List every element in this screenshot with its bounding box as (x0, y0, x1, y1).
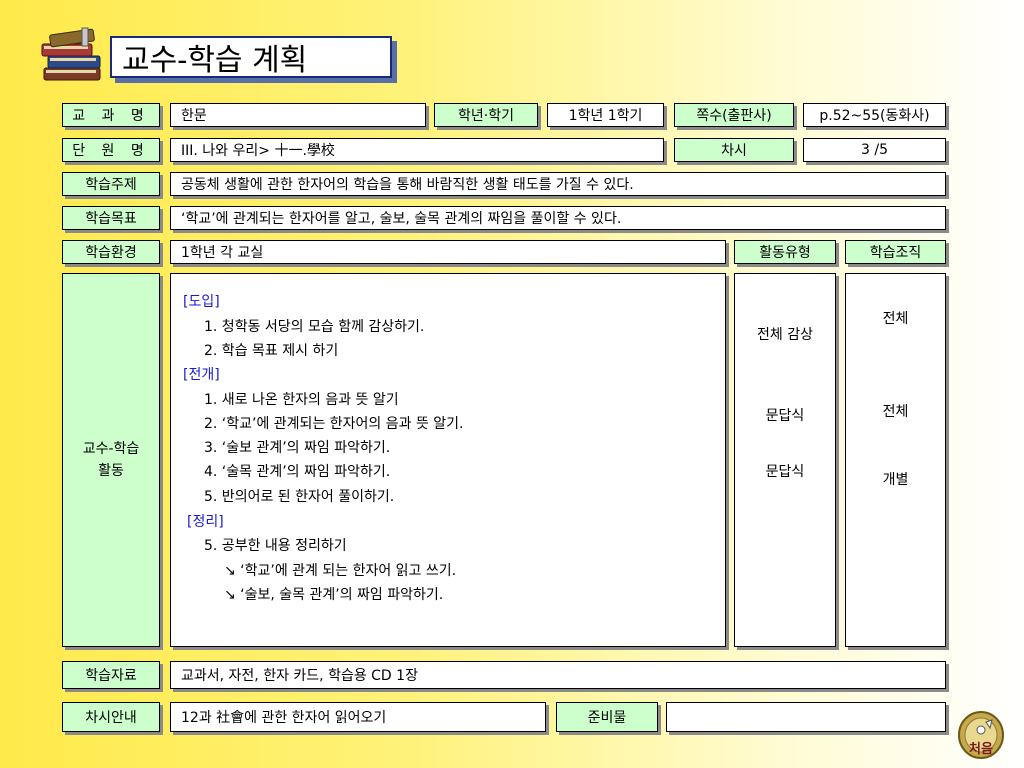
activity-type-label: 활동유형 (734, 240, 836, 264)
next-session-value: 12과 社會에 관한 한자어 읽어오기 (170, 702, 546, 732)
learning-org-item: 전체 (882, 404, 909, 420)
materials-label: 학습자료 (62, 661, 160, 689)
topic-label: 학습주제 (62, 172, 160, 196)
books-icon (38, 24, 110, 88)
activity-type-item: 문답식 (765, 408, 805, 424)
page-title: 교수-학습 계획 (110, 36, 392, 78)
goal-value: ‘학교’에 관계되는 한자어를 알고, 술보, 술목 관계의 짜임을 풀이할 수… (170, 206, 946, 230)
activity-label: 교수-학습 활동 (62, 273, 160, 647)
activity-type-column: 전체 감상 문답식 문답식 (734, 273, 836, 647)
list-item: ↘ ‘학교’에 관계 되는 한자어 읽고 쓰기. (224, 563, 457, 579)
pages-value: p.52~55(동화사) (803, 103, 946, 127)
prep-label: 준비물 (556, 702, 658, 732)
list-item: 2. 학습 목표 제시 하기 (204, 343, 339, 359)
list-item: [도입] (183, 294, 220, 310)
list-item: 5. 공부한 내용 정리하기 (204, 538, 347, 554)
topic-value: 공동체 생활에 관한 한자어의 학습을 통해 바람직한 생활 태도를 가질 수 … (170, 172, 946, 196)
grade-value: 1학년 1학기 (547, 103, 664, 127)
list-item: 2. ‘학교’에 관계되는 한자어의 음과 뜻 알기. (204, 416, 464, 432)
list-item: ↘ ‘술보, 술목 관계’의 짜임 파악하기. (224, 587, 444, 603)
first-slide-button[interactable]: 처음 (958, 710, 1004, 760)
learning-org-label: 학습조직 (845, 240, 946, 264)
session-label: 차시 (674, 138, 794, 162)
list-item: 1. 청학동 서당의 모습 함께 감상하기. (204, 319, 425, 335)
list-item: [정리] (187, 514, 224, 530)
learning-org-column: 전체 전체 개별 (845, 273, 946, 647)
prep-value (666, 702, 946, 732)
activity-content: [도입] 1. 청학동 서당의 모습 함께 감상하기. 2. 학습 목표 제시 … (170, 273, 726, 647)
list-item: 1. 새로 나온 한자의 음과 뜻 알기 (204, 392, 399, 408)
env-label: 학습환경 (62, 240, 160, 264)
list-item: [전개] (183, 367, 220, 383)
activity-type-item: 문답식 (765, 464, 805, 480)
materials-value: 교과서, 자전, 한자 카드, 학습용 CD 1장 (170, 661, 946, 689)
unit-value: III. 나와 우리> 十一.學校 (170, 138, 664, 162)
subject-label: 교 과 명 (62, 103, 160, 127)
next-session-label: 차시안내 (62, 702, 160, 732)
learning-org-item: 전체 (882, 311, 909, 327)
list-item: 3. ‘술보 관계’의 짜임 파악하기. (204, 440, 391, 456)
grade-label: 학년·학기 (434, 103, 538, 127)
list-item: 4. ‘술목 관계’의 짜임 파악하기. (204, 464, 391, 480)
pages-label: 쪽수(출판사) (674, 103, 794, 127)
learning-org-item: 개별 (882, 472, 909, 488)
env-value: 1학년 각 교실 (170, 240, 726, 264)
list-item: 5. 반의어로 된 한자어 풀이하기. (204, 489, 395, 505)
subject-value: 한문 (170, 103, 426, 127)
goal-label: 학습목표 (62, 206, 160, 230)
unit-label: 단 원 명 (62, 138, 160, 162)
first-slide-label: 처음 (969, 742, 993, 757)
session-value: 3 /5 (803, 138, 946, 162)
activity-type-item: 전체 감상 (757, 327, 813, 343)
